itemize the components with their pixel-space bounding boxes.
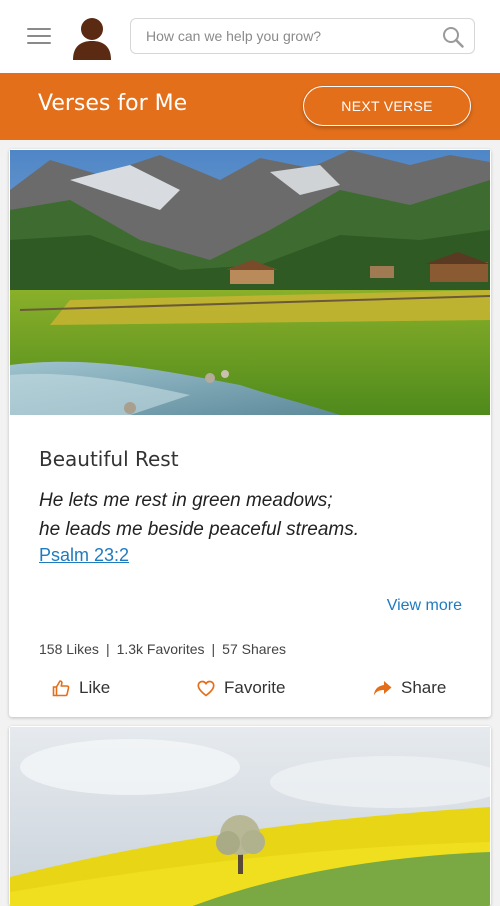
- engagement-stats: 158 Likes | 1.3k Favorites | 57 Shares: [39, 641, 286, 657]
- next-verse-button[interactable]: NEXT VERSE: [303, 86, 471, 126]
- search-bar: [130, 18, 475, 54]
- view-more-link[interactable]: View more: [387, 597, 462, 615]
- mountain-meadow-image: [10, 150, 490, 415]
- verse-reference-link[interactable]: Psalm 23:2: [39, 545, 129, 566]
- stats-separator: |: [105, 641, 110, 657]
- card-actions: Like Favorite Share: [9, 673, 491, 703]
- top-bar: [0, 0, 500, 73]
- favorite-label: Favorite: [224, 678, 286, 697]
- verse-card: [9, 726, 491, 906]
- search-icon[interactable]: [442, 26, 464, 48]
- verse-card: Beautiful Rest He lets me rest in green …: [9, 149, 491, 717]
- verse-text: He lets me rest in green meadows; he lea…: [39, 486, 459, 544]
- search-input[interactable]: [131, 19, 431, 53]
- verse-line: he leads me beside peaceful streams.: [39, 519, 360, 540]
- stats-separator: |: [211, 641, 216, 657]
- user-avatar-icon[interactable]: [71, 16, 113, 60]
- shares-count: 57 Shares: [222, 641, 286, 657]
- like-button[interactable]: Like: [52, 673, 110, 703]
- thumbs-up-icon: [52, 680, 70, 697]
- hamburger-menu-icon[interactable]: [27, 28, 51, 46]
- page-banner: Verses for Me NEXT VERSE: [0, 73, 500, 140]
- likes-count: 158 Likes: [39, 641, 99, 657]
- favorite-button[interactable]: Favorite: [197, 673, 285, 703]
- favorites-count: 1.3k Favorites: [116, 641, 205, 657]
- like-label: Like: [79, 678, 111, 697]
- share-button[interactable]: Share: [373, 673, 446, 703]
- page-title: Verses for Me: [38, 91, 188, 116]
- heart-icon: [197, 680, 215, 696]
- verse-title: Beautiful Rest: [39, 447, 179, 471]
- share-label: Share: [401, 678, 447, 697]
- verse-line: He lets me rest in green meadows;: [39, 490, 333, 511]
- share-arrow-icon: [373, 681, 392, 696]
- yellow-field-tree-image: [10, 727, 490, 906]
